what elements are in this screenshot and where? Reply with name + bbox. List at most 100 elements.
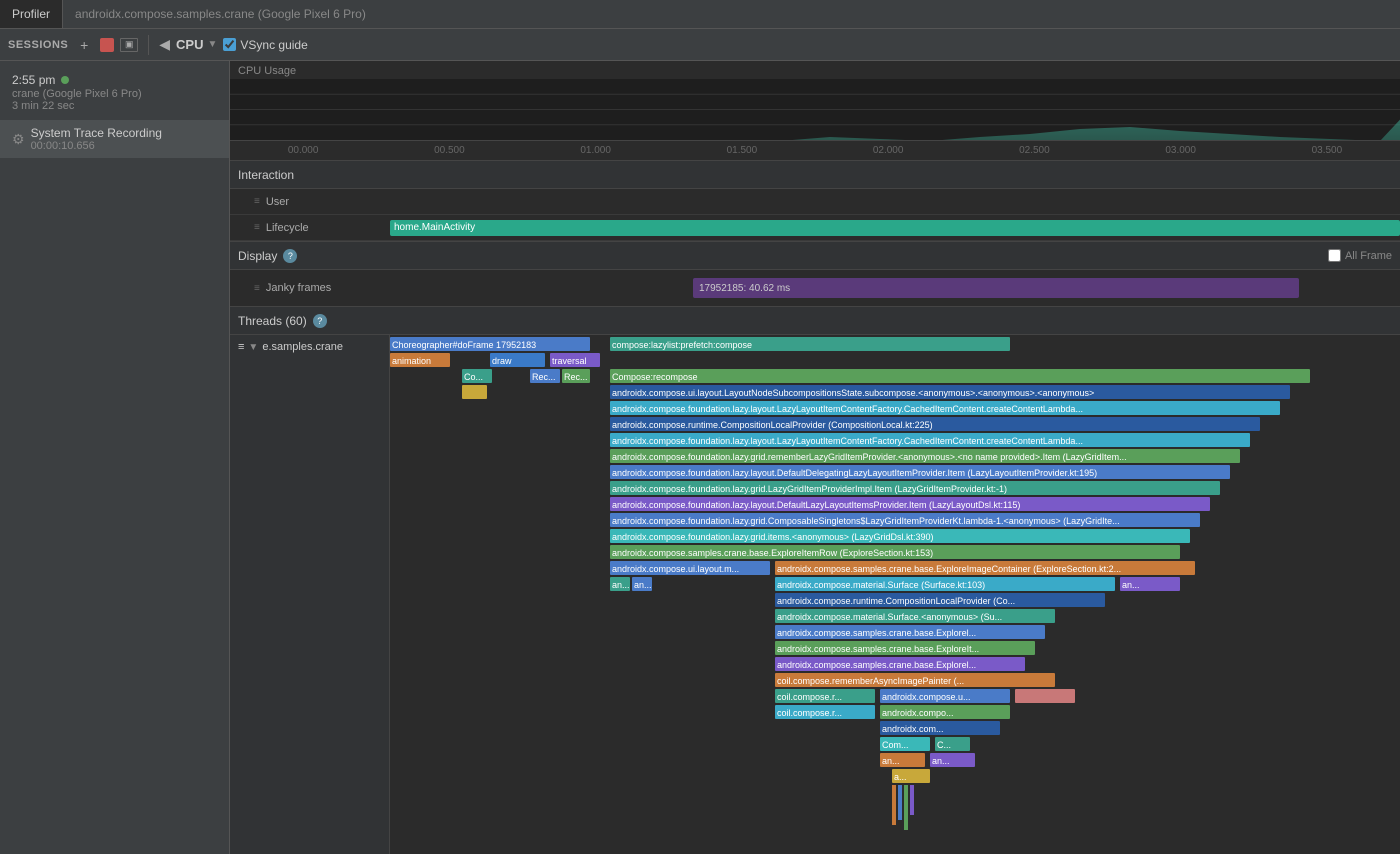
svg-text:androidx.compose.foundation.la: androidx.compose.foundation.lazy.layout.… — [612, 436, 1083, 446]
lifecycle-track-label: ≡ Lifecycle — [230, 222, 390, 234]
thread-timeline[interactable]: Choreographer#doFrame 17952183 compose:l… — [390, 335, 1400, 854]
main-tab[interactable]: androidx.compose.samples.crane (Google P… — [63, 0, 378, 28]
all-frames-checkbox[interactable] — [1328, 249, 1341, 262]
svg-text:androidx.compose.samples.crane: androidx.compose.samples.crane.base.Expl… — [777, 644, 979, 654]
vsync-checkbox[interactable] — [223, 38, 236, 51]
cpu-chart — [230, 79, 1400, 140]
svg-text:C...: C... — [937, 740, 951, 750]
hamburger-icon-2: ≡ — [254, 222, 260, 233]
display-header: Display ? All Frame — [230, 242, 1400, 270]
recording-indicator — [61, 76, 69, 84]
svg-text:androidx.compo...: androidx.compo... — [882, 708, 954, 718]
sessions-label: SESSIONS — [8, 39, 68, 51]
profiler-tab-label: Profiler — [12, 7, 50, 21]
user-label: User — [266, 196, 289, 208]
svg-text:Rec...: Rec... — [564, 372, 588, 382]
cpu-chart-area: CPU Usage — [230, 61, 1400, 161]
janky-bar[interactable]: 17952185: 40.62 ms — [693, 278, 1299, 298]
janky-label: Janky frames — [266, 282, 331, 294]
toolbar-separator — [148, 35, 149, 55]
svg-text:androidx.compose.runtime.Compo: androidx.compose.runtime.CompositionLoca… — [777, 596, 1015, 606]
thread-name-label: e.samples.crane — [262, 341, 343, 353]
svg-text:Com...: Com... — [882, 740, 909, 750]
svg-text:androidx.compose.ui.layout.m..: androidx.compose.ui.layout.m... — [612, 564, 739, 574]
recording-item[interactable]: ⚙ System Trace Recording 00:00:10.656 — [0, 120, 229, 158]
svg-text:an...: an... — [612, 580, 630, 590]
svg-text:androidx.compose.foundation.la: androidx.compose.foundation.lazy.grid.Co… — [612, 516, 1120, 526]
svg-text:traversal: traversal — [552, 356, 587, 366]
cpu-dropdown[interactable]: CPU ▼ — [176, 37, 217, 52]
content-area: CPU Usage — [230, 61, 1400, 854]
recording-time: 00:00:10.656 — [31, 140, 162, 152]
vsync-checkbox-label[interactable]: VSync guide — [223, 38, 307, 52]
svg-text:androidx.compose.foundation.la: androidx.compose.foundation.lazy.grid.La… — [612, 484, 1007, 494]
svg-text:Co...: Co... — [464, 372, 483, 382]
user-track-content — [390, 189, 1400, 214]
threads-header: Threads (60) ? — [230, 307, 1400, 335]
svg-text:coil.compose.rememberAsyncImag: coil.compose.rememberAsyncImagePainter (… — [777, 676, 964, 686]
tick-4: 02.000 — [815, 145, 961, 156]
svg-text:Rec...: Rec... — [532, 372, 556, 382]
tick-7: 03.500 — [1254, 145, 1400, 156]
session-time-label: 2:55 pm — [12, 73, 55, 87]
svg-text:coil.compose.r...: coil.compose.r... — [777, 692, 842, 702]
tick-2: 01.000 — [523, 145, 669, 156]
svg-text:androidx.compose.samples.crane: androidx.compose.samples.crane.base.Expl… — [777, 628, 976, 638]
svg-text:androidx.compose.runtime.Compo: androidx.compose.runtime.CompositionLoca… — [612, 420, 933, 430]
hamburger-icon-3: ≡ — [254, 283, 260, 294]
recording-label: System Trace Recording — [31, 126, 162, 140]
threads-info-icon[interactable]: ? — [313, 314, 327, 328]
sidebar: 2:55 pm crane (Google Pixel 6 Pro) 3 min… — [0, 61, 230, 854]
svg-text:an...: an... — [1122, 580, 1140, 590]
janky-frames-row: ≡ Janky frames 17952185: 40.62 ms — [230, 270, 1400, 306]
activity-bar[interactable]: home.MainActivity — [390, 220, 1400, 236]
timeline-ruler: 00.000 00.500 01.000 01.500 02.000 02.50… — [230, 140, 1400, 160]
svg-text:androidx.compose.foundation.la: androidx.compose.foundation.lazy.layout.… — [612, 404, 1083, 414]
profiler-tab[interactable]: Profiler — [0, 0, 63, 28]
activity-name: home.MainActivity — [394, 222, 475, 233]
display-title: Display — [238, 249, 277, 263]
stop-button[interactable] — [100, 38, 114, 52]
interaction-header: Interaction — [230, 161, 1400, 189]
cpu-usage-label: CPU Usage — [238, 65, 296, 77]
svg-text:androidx.compose.material.Surf: androidx.compose.material.Surface (Surfa… — [777, 580, 985, 590]
svg-text:androidx.compose.u...: androidx.compose.u... — [882, 692, 971, 702]
svg-text:androidx.com...: androidx.com... — [882, 724, 944, 734]
svg-text:androidx.compose.foundation.la: androidx.compose.foundation.lazy.layout.… — [612, 468, 1097, 478]
svg-text:an...: an... — [882, 756, 900, 766]
lifecycle-label: Lifecycle — [266, 222, 309, 234]
tick-5: 02.500 — [961, 145, 1107, 156]
tick-6: 03.000 — [1108, 145, 1254, 156]
tick-0: 00.000 — [230, 145, 376, 156]
tick-1: 00.500 — [376, 145, 522, 156]
vsync-label: VSync guide — [240, 38, 307, 52]
user-track-label: ≡ User — [230, 196, 390, 208]
svg-text:androidx.compose.foundation.la: androidx.compose.foundation.lazy.layout.… — [612, 500, 1020, 510]
session-time: 2:55 pm — [12, 73, 217, 87]
svg-text:an...: an... — [932, 756, 950, 766]
add-session-button[interactable]: + — [74, 35, 94, 55]
title-bar: Profiler androidx.compose.samples.crane … — [0, 0, 1400, 29]
session-item[interactable]: 2:55 pm crane (Google Pixel 6 Pro) 3 min… — [0, 69, 229, 116]
svg-text:androidx.compose.samples.crane: androidx.compose.samples.crane.base.Expl… — [777, 660, 976, 670]
recording-info: System Trace Recording 00:00:10.656 — [31, 126, 162, 152]
janky-tooltip-text: 17952185: 40.62 ms — [699, 283, 790, 294]
main-tab-label: androidx.compose.samples.crane (Google P… — [75, 7, 366, 21]
expand-icon[interactable]: ▼ — [248, 342, 258, 353]
svg-text:androidx.compose.ui.layout.Lay: androidx.compose.ui.layout.LayoutNodeSub… — [612, 388, 1094, 398]
threads-section: Threads (60) ? ≡ ▼ e.samples.crane — [230, 307, 1400, 854]
svg-text:androidx.compose.samples.crane: androidx.compose.samples.crane.base.Expl… — [777, 564, 1121, 574]
lifecycle-track-content: home.MainActivity — [390, 215, 1400, 240]
gear-icon: ⚙ — [12, 131, 25, 148]
svg-text:compose:lazylist:prefetch:comp: compose:lazylist:prefetch:compose — [612, 340, 752, 350]
svg-text:coil.compose.r...: coil.compose.r... — [777, 708, 842, 718]
back-button[interactable]: ◀ — [159, 36, 170, 53]
all-frames-label: All Frame — [1345, 250, 1392, 262]
info-icon[interactable]: ? — [283, 249, 297, 263]
session-duration: 3 min 22 sec — [12, 100, 217, 112]
capture-button[interactable]: ▣ — [120, 38, 138, 52]
svg-text:animation: animation — [392, 356, 431, 366]
threads-content: ≡ ▼ e.samples.crane Choreographer#doFram… — [230, 335, 1400, 854]
thread-sidebar: ≡ ▼ e.samples.crane — [230, 335, 390, 854]
main-panel: 2:55 pm crane (Google Pixel 6 Pro) 3 min… — [0, 61, 1400, 854]
